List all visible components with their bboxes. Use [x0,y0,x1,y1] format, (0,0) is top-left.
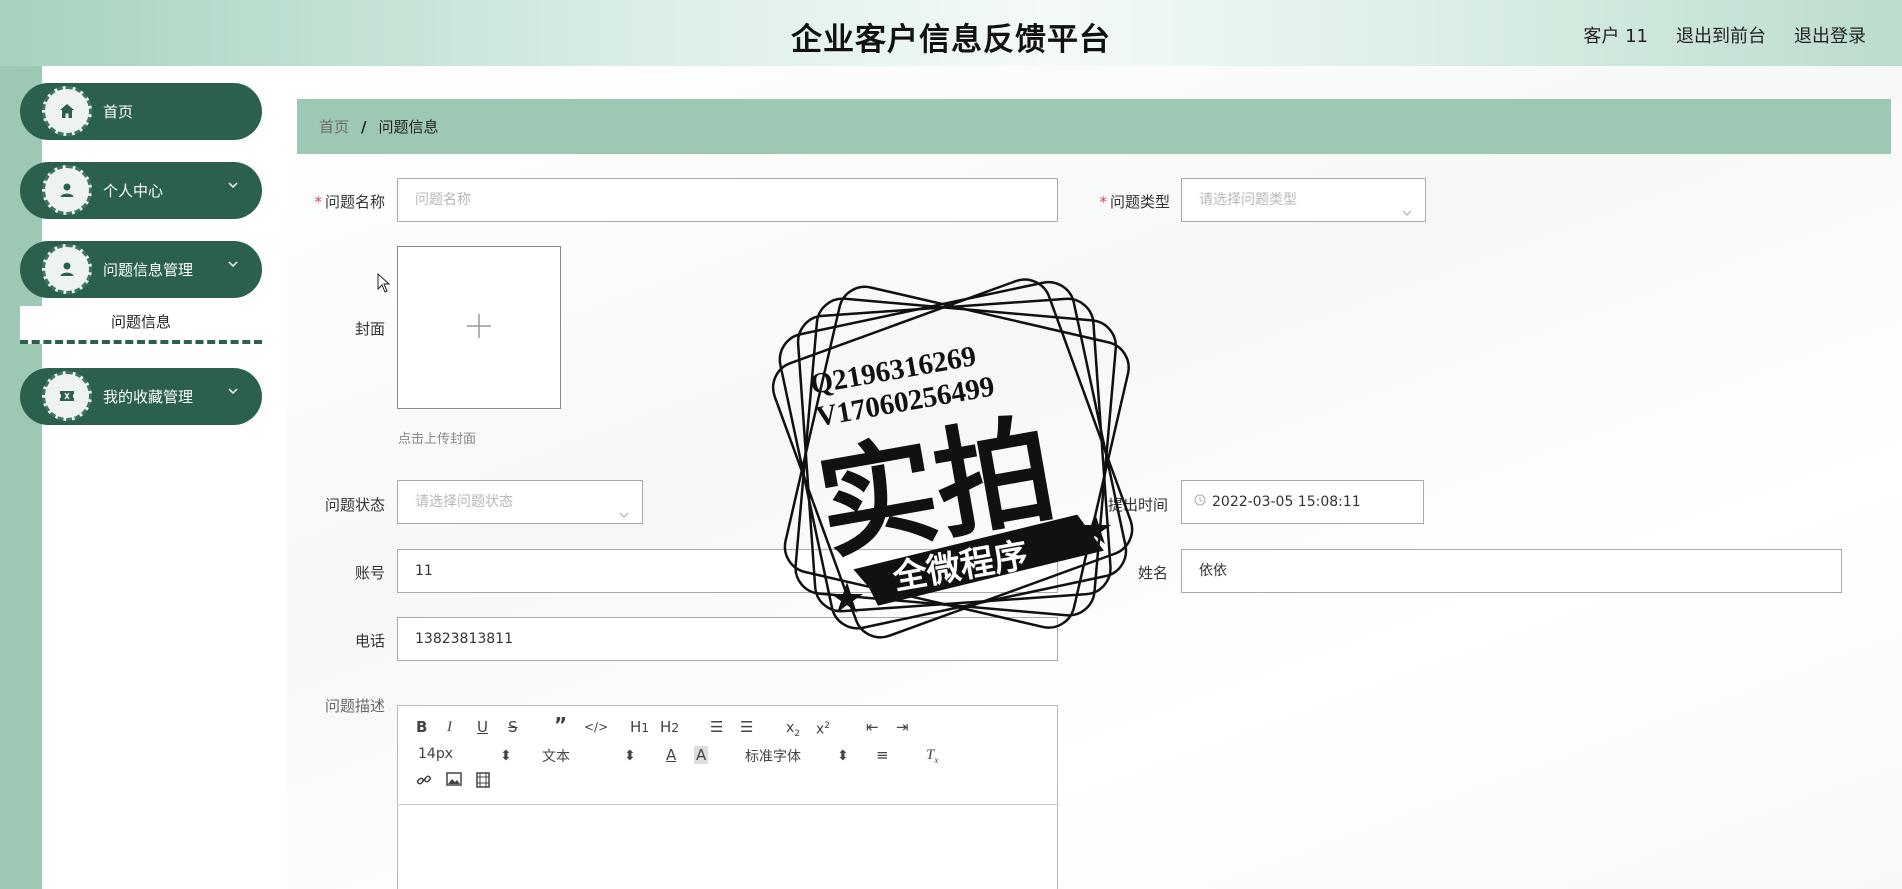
current-user-label[interactable]: 客户 11 [1583,22,1648,48]
description-label: 问题描述 [324,697,385,715]
image-icon[interactable] [446,772,462,790]
outdent-icon[interactable]: ⇤ [866,718,879,736]
code-block-icon[interactable]: </> [584,718,608,736]
account-input[interactable]: 11 [397,549,1058,593]
sidebar-item-label: 首页 [103,103,134,121]
chevron-down-icon [226,178,240,196]
submit-time-picker[interactable]: 2022-03-05 15:08:11 [1181,480,1424,524]
ticket-icon [42,371,92,421]
rich-text-editor: B I U S ” </> H1 H2 ☰ ☰ x2 x2 ⇤ ⇥ 14px ⬍ … [397,705,1058,889]
chevron-down-icon [226,384,240,402]
superscript-icon[interactable]: x2 [816,717,830,739]
phone-label: 电话 [354,632,385,650]
strikethrough-icon[interactable]: S [508,718,518,736]
italic-icon[interactable]: I [447,718,452,736]
issue-status-select[interactable]: 请选择问题状态 [397,480,643,524]
heading1-icon[interactable]: H1 [630,718,649,737]
sidebar-item-label: 问题信息管理 [103,261,194,279]
person-name-label: 姓名 [1137,564,1168,582]
cover-upload-hint: 点击上传封面 [398,432,477,447]
issue-status-label: 问题状态 [324,496,385,514]
issue-type-select[interactable]: 请选择问题类型 [1181,178,1426,222]
font-color-icon[interactable]: A [666,746,676,764]
sidebar-item-personal-center[interactable]: 个人中心 [20,162,262,219]
top-links: 客户 11 退出到前台 退出登录 [1583,22,1866,48]
mouse-cursor-icon [377,272,391,297]
clear-format-icon[interactable]: Tx [926,746,938,769]
logout-link[interactable]: 退出登录 [1794,22,1866,48]
bold-icon[interactable]: B [416,718,427,736]
sidebar-item-label: 我的收藏管理 [103,388,194,406]
submit-time-label: 提出时间 [1107,496,1168,514]
ordered-list-icon[interactable]: ☰ [710,718,723,736]
link-icon[interactable] [416,772,432,792]
home-icon [42,86,92,136]
issue-type-label: * 问题类型 [1099,193,1170,211]
bullet-list-icon[interactable]: ☰ [740,718,753,736]
top-header: 企业客户信息反馈平台 客户 11 退出到前台 退出登录 [0,0,1902,66]
block-type-select[interactable]: 文本 ⬍ [542,746,636,766]
plus-icon [464,311,494,345]
person-name-input[interactable]: 依依 [1181,549,1842,593]
cover-upload[interactable] [397,246,561,409]
underline-icon[interactable]: U [477,718,488,736]
breadcrumb: 首页 / 问题信息 [297,99,1891,154]
blockquote-icon[interactable]: ” [554,715,567,735]
sidebar-item-home[interactable]: 首页 [20,83,262,140]
account-label: 账号 [354,564,385,582]
background-color-icon[interactable]: A [694,746,709,764]
font-family-select[interactable]: 标准字体 ⬍ [745,746,849,766]
phone-input[interactable]: 13823813811 [397,617,1058,661]
chevron-down-icon [226,257,240,275]
sidebar-item-issue-management[interactable]: 问题信息管理 [20,241,262,298]
user-icon [42,244,92,294]
user-icon [42,165,92,215]
subscript-icon[interactable]: x2 [786,719,800,743]
clock-icon [1194,481,1206,523]
heading2-icon[interactable]: H2 [660,718,679,737]
align-icon[interactable]: ≡ [876,746,889,764]
breadcrumb-separator: / [361,117,367,136]
cover-label: 封面 [354,320,385,338]
video-icon[interactable] [476,772,490,792]
chevron-down-icon [1401,194,1413,236]
issue-name-label: * 问题名称 [314,193,385,211]
sidebar-subitem-issue-info[interactable]: 问题信息 [20,306,262,344]
editor-toolbar: B I U S ” </> H1 H2 ☰ ☰ x2 x2 ⇤ ⇥ 14px ⬍ … [398,706,1057,805]
breadcrumb-current: 问题信息 [378,118,439,136]
indent-icon[interactable]: ⇥ [896,718,909,736]
sidebar-item-label: 个人中心 [103,182,164,200]
sidebar-item-favorites[interactable]: 我的收藏管理 [20,368,262,425]
go-front-link[interactable]: 退出到前台 [1676,22,1766,48]
font-size-select[interactable]: 14px ⬍ [418,746,512,764]
chevron-down-icon [618,496,630,538]
breadcrumb-home[interactable]: 首页 [319,116,349,137]
issue-name-input[interactable]: 问题名称 [397,178,1058,222]
